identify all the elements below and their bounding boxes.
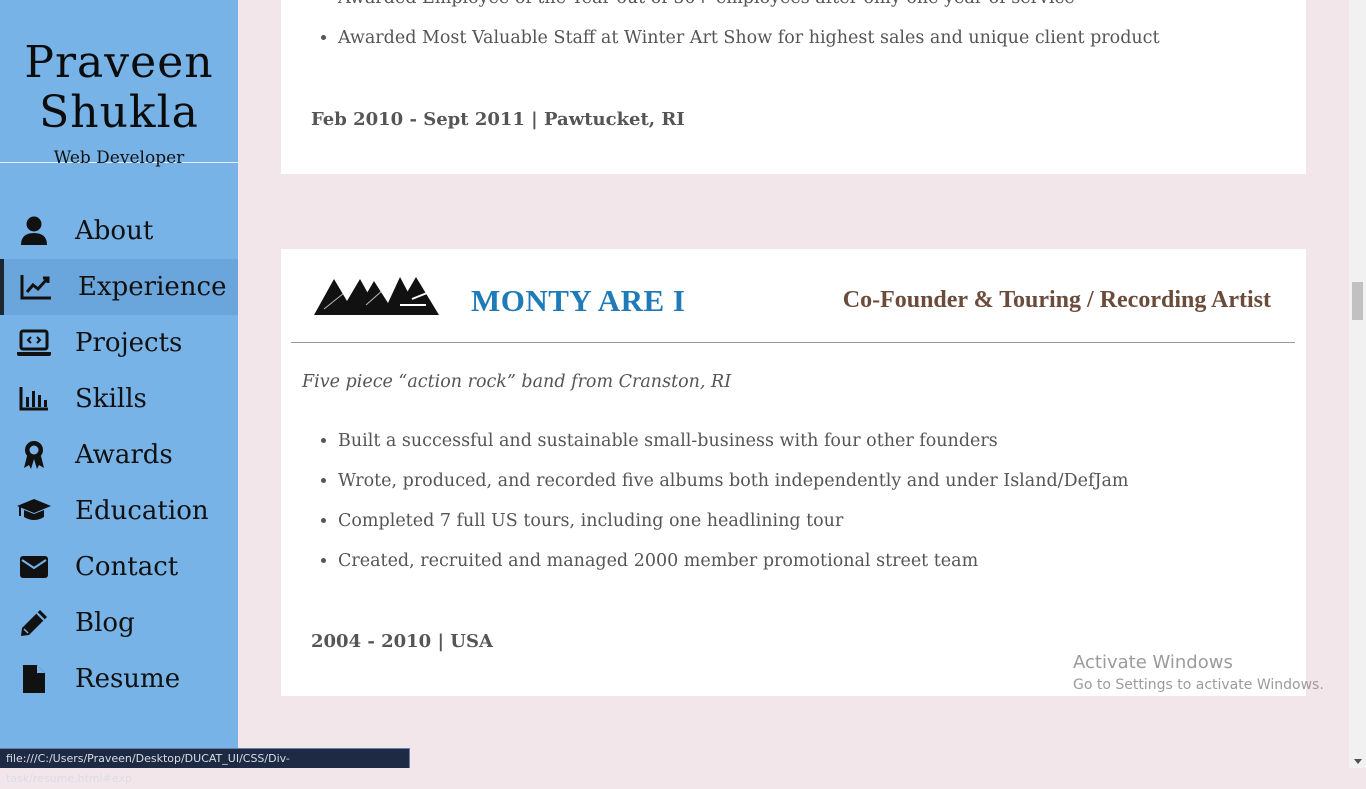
envelope-icon (16, 551, 52, 583)
sidebar-item-label: Blog (75, 608, 135, 638)
profile-name-line1: Praveen (24, 37, 214, 88)
list-item: Built a successful and sustainable small… (338, 421, 1128, 461)
experience-header: MONTY ARE I Co-Founder & Touring / Recor… (281, 249, 1306, 343)
sidebar-item-experience[interactable]: Experience (0, 259, 238, 315)
sidebar-item-label: Skills (75, 384, 147, 414)
pencil-icon (16, 607, 52, 639)
sidebar-item-label: Resume (75, 664, 181, 694)
file-icon (16, 663, 52, 695)
scroll-down-arrow-icon[interactable] (1354, 759, 1362, 764)
sidebar-item-resume[interactable]: Resume (0, 651, 238, 707)
profile-header: Praveen Shukla Web Developer (0, 0, 238, 168)
sidebar-item-label: Awards (75, 440, 173, 470)
sidebar-item-projects[interactable]: Projects (0, 315, 238, 371)
job-role: Co-Founder & Touring / Recording Artist (842, 287, 1271, 313)
sidebar-item-label: Experience (78, 272, 227, 302)
sidebar-item-label: About (75, 216, 154, 246)
graduation-cap-icon (16, 495, 52, 527)
user-icon (16, 215, 52, 247)
list-item: Awarded Employee of the Year out of 50+ … (338, 0, 1306, 18)
watermark-subtitle: Go to Settings to activate Windows. (1073, 677, 1324, 693)
sidebar-nav: About Experience Projects Skills Awards (0, 203, 238, 707)
sidebar: Praveen Shukla Web Developer About Exper… (0, 0, 238, 768)
divider (291, 342, 1295, 343)
watermark-title: Activate Windows (1073, 652, 1233, 673)
band-logo-icon (314, 275, 440, 321)
laptop-code-icon (16, 327, 52, 359)
experience-card-previous: Awarded Employee of the Year out of 50+ … (281, 0, 1306, 174)
award-icon (16, 439, 52, 471)
profile-name-line2: Shukla (39, 87, 199, 138)
sidebar-item-label: Education (75, 496, 209, 526)
profile-role: Web Developer (53, 148, 185, 168)
experience-date-location: Feb 2010 - Sept 2011 | Pawtucket, RI (311, 109, 685, 130)
experience-bullet-list: Built a successful and sustainable small… (281, 421, 1128, 581)
sidebar-item-label: Contact (75, 552, 179, 582)
sidebar-item-skills[interactable]: Skills (0, 371, 238, 427)
experience-card-monty-are-i: MONTY ARE I Co-Founder & Touring / Recor… (281, 249, 1306, 696)
sidebar-item-about[interactable]: About (0, 203, 238, 259)
sidebar-item-education[interactable]: Education (0, 483, 238, 539)
sidebar-item-contact[interactable]: Contact (0, 539, 238, 595)
list-item: Completed 7 full US tours, including one… (338, 501, 1128, 541)
list-item: Awarded Most Valuable Staff at Winter Ar… (338, 18, 1306, 58)
chart-line-icon (18, 271, 54, 303)
browser-status-url: file:///C:/Users/Praveen/Desktop/DUCAT_U… (0, 748, 410, 785)
experience-date-location: 2004 - 2010 | USA (311, 631, 493, 652)
activate-windows-watermark: Activate Windows Go to Settings to activ… (1073, 652, 1324, 693)
experience-bullet-list: Awarded Employee of the Year out of 50+ … (281, 0, 1306, 58)
list-item: Created, recruited and managed 2000 memb… (338, 541, 1128, 581)
company-description: Five piece “action rock” band from Crans… (302, 372, 732, 392)
scrollbar-thumb[interactable] (1352, 282, 1363, 320)
company-name: MONTY ARE I (471, 283, 686, 318)
sidebar-item-label: Projects (75, 328, 183, 358)
list-item: Wrote, produced, and recorded five album… (338, 461, 1128, 501)
sidebar-item-blog[interactable]: Blog (0, 595, 238, 651)
bar-chart-icon (16, 383, 52, 415)
page-scrollbar[interactable] (1349, 0, 1366, 768)
sidebar-item-awards[interactable]: Awards (0, 427, 238, 483)
